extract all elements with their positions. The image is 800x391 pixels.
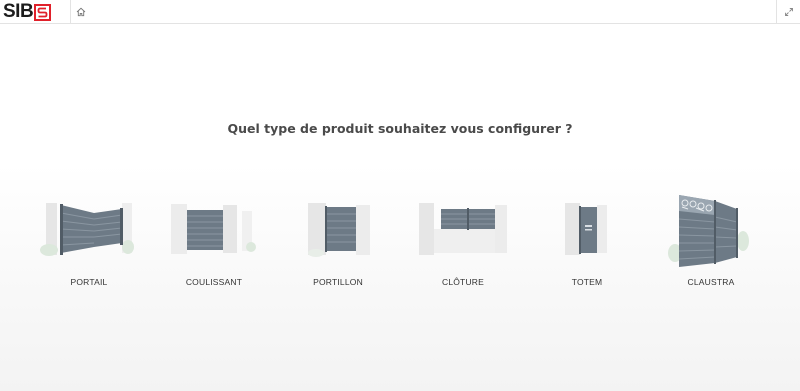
- top-bar: SIB: [0, 0, 800, 24]
- expand-icon: [785, 8, 793, 16]
- product-coulissant[interactable]: COULISSANT: [154, 195, 274, 295]
- product-cloture[interactable]: CLÔTURE: [403, 195, 523, 295]
- product-claustra[interactable]: CLAUSTRA: [651, 195, 771, 295]
- logo-s-box: [34, 3, 52, 21]
- product-label: PORTAIL: [70, 277, 108, 287]
- portail-illustration: [40, 203, 134, 256]
- claustra-illustration: [668, 195, 749, 267]
- main-area: Quel type de produit souhaitez vous conf…: [0, 25, 800, 391]
- expand-button[interactable]: [782, 5, 796, 19]
- page-question: Quel type de produit souhaitez vous conf…: [227, 121, 573, 136]
- logo-s-mark: [37, 7, 48, 17]
- logo-text: SIB: [3, 1, 34, 22]
- product-label: CLAUSTRA: [687, 277, 735, 287]
- totem-illustration: [565, 203, 607, 255]
- topbar-divider: [70, 0, 71, 24]
- product-portail[interactable]: PORTAIL: [29, 195, 149, 295]
- product-portillon[interactable]: PORTILLON: [278, 195, 398, 295]
- coulissant-illustration: [171, 204, 256, 254]
- home-button[interactable]: [74, 5, 88, 19]
- product-label: PORTILLON: [313, 277, 363, 287]
- portillon-illustration: [308, 203, 370, 257]
- home-icon: [76, 7, 86, 17]
- product-label: COULISSANT: [185, 277, 243, 287]
- product-label: TOTEM: [571, 277, 603, 287]
- product-label: CLÔTURE: [441, 277, 485, 287]
- cloture-illustration: [419, 203, 507, 255]
- sib-logo[interactable]: SIB: [3, 1, 52, 22]
- product-totem[interactable]: TOTEM: [527, 195, 647, 295]
- expand-divider: [776, 0, 777, 24]
